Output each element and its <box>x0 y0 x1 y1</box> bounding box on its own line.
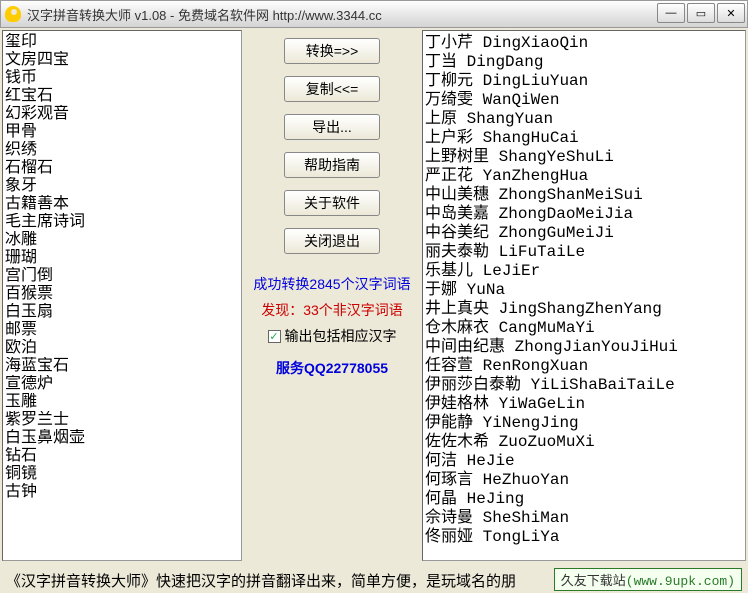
list-item[interactable]: 何晶 HeJing <box>425 489 743 508</box>
list-item[interactable]: 佟丽娅 TongLiYa <box>425 527 743 546</box>
list-item[interactable]: 织绣 <box>5 141 239 159</box>
list-item[interactable]: 玉雕 <box>5 393 239 411</box>
list-item[interactable]: 钻石 <box>5 447 239 465</box>
list-item[interactable]: 丁当 DingDang <box>425 52 743 71</box>
list-item[interactable]: 伊能静 YiNengJing <box>425 413 743 432</box>
list-item[interactable]: 丽夫泰勒 LiFuTaiLe <box>425 242 743 261</box>
list-item[interactable]: 严正花 YanZhengHua <box>425 166 743 185</box>
list-item[interactable]: 铜镜 <box>5 465 239 483</box>
list-item[interactable]: 万绮雯 WanQiWen <box>425 90 743 109</box>
list-item[interactable]: 冰雕 <box>5 231 239 249</box>
list-item[interactable]: 上户彩 ShangHuCai <box>425 128 743 147</box>
list-item[interactable]: 红宝石 <box>5 87 239 105</box>
list-item[interactable]: 佘诗曼 SheShiMan <box>425 508 743 527</box>
list-item[interactable]: 石榴石 <box>5 159 239 177</box>
list-item[interactable]: 中谷美纪 ZhongGuMeiJi <box>425 223 743 242</box>
copy-button[interactable]: 复制<<= <box>284 76 380 102</box>
list-item[interactable]: 何洁 HeJie <box>425 451 743 470</box>
list-item[interactable]: 甲骨 <box>5 123 239 141</box>
maximize-button[interactable]: ▭ <box>687 3 715 23</box>
output-checkbox-label: 输出包括相应汉字 <box>285 326 397 346</box>
output-checkbox-row[interactable]: ✓ 输出包括相应汉字 <box>253 326 410 346</box>
title-bar: 汉字拼音转换大师 v1.08 - 免费域名软件网 http://www.3344… <box>0 0 748 28</box>
about-button[interactable]: 关于软件 <box>284 190 380 216</box>
minimize-button[interactable]: — <box>657 3 685 23</box>
list-item[interactable]: 海蓝宝石 <box>5 357 239 375</box>
list-item[interactable]: 白玉扇 <box>5 303 239 321</box>
list-item[interactable]: 毛主席诗词 <box>5 213 239 231</box>
output-list-panel[interactable]: 丁小芹 DingXiaoQin丁当 DingDang丁柳元 DingLiuYua… <box>422 30 746 561</box>
list-item[interactable]: 丁柳元 DingLiuYuan <box>425 71 743 90</box>
list-item[interactable]: 玺印 <box>5 33 239 51</box>
list-item[interactable]: 何琢言 HeZhuoYan <box>425 470 743 489</box>
site-badge: 久友下载站(www.9upk.com) <box>554 568 742 591</box>
app-icon <box>5 6 21 22</box>
list-item[interactable]: 中岛美嘉 ZhongDaoMeiJia <box>425 204 743 223</box>
input-list-panel[interactable]: 玺印文房四宝钱币红宝石幻彩观音甲骨织绣石榴石象牙古籍善本毛主席诗词冰雕珊瑚宫门倒… <box>2 30 242 561</box>
list-item[interactable]: 古籍善本 <box>5 195 239 213</box>
list-item[interactable]: 象牙 <box>5 177 239 195</box>
list-item[interactable]: 宫门倒 <box>5 267 239 285</box>
main-area: 玺印文房四宝钱币红宝石幻彩观音甲骨织绣石榴石象牙古籍善本毛主席诗词冰雕珊瑚宫门倒… <box>0 28 748 563</box>
list-item[interactable]: 中山美穗 ZhongShanMeiSui <box>425 185 743 204</box>
list-item[interactable]: 古钟 <box>5 483 239 501</box>
list-item[interactable]: 乐基儿 LeJiEr <box>425 261 743 280</box>
list-item[interactable]: 珊瑚 <box>5 249 239 267</box>
center-toolbar: 转换=>> 复制<<= 导出... 帮助指南 关于软件 关闭退出 成功转换284… <box>244 30 420 561</box>
convert-button[interactable]: 转换=>> <box>284 38 380 64</box>
badge-en: (www.9upk.com) <box>626 574 735 589</box>
close-button[interactable]: 关闭退出 <box>284 228 380 254</box>
window-title: 汉字拼音转换大师 v1.08 - 免费域名软件网 http://www.3344… <box>27 5 743 24</box>
badge-cn: 久友下载站 <box>561 574 626 589</box>
list-item[interactable]: 丁小芹 DingXiaoQin <box>425 33 743 52</box>
list-item[interactable]: 白玉鼻烟壶 <box>5 429 239 447</box>
list-item[interactable]: 于娜 YuNa <box>425 280 743 299</box>
status-success: 成功转换2845个汉字词语 <box>253 274 410 294</box>
list-item[interactable]: 幻彩观音 <box>5 105 239 123</box>
export-button[interactable]: 导出... <box>284 114 380 140</box>
list-item[interactable]: 中间由纪惠 ZhongJianYouJiHui <box>425 337 743 356</box>
status-block: 成功转换2845个汉字词语 发现：33个非汉字词语 ✓ 输出包括相应汉字 服务Q… <box>253 274 410 378</box>
list-item[interactable]: 文房四宝 <box>5 51 239 69</box>
list-item[interactable]: 紫罗兰士 <box>5 411 239 429</box>
list-item[interactable]: 伊丽莎白泰勒 YiLiShaBaiTaiLe <box>425 375 743 394</box>
list-item[interactable]: 上原 ShangYuan <box>425 109 743 128</box>
list-item[interactable]: 上野树里 ShangYeShuLi <box>425 147 743 166</box>
list-item[interactable]: 邮票 <box>5 321 239 339</box>
list-item[interactable]: 佐佐木希 ZuoZuoMuXi <box>425 432 743 451</box>
list-item[interactable]: 仓木麻衣 CangMuMaYi <box>425 318 743 337</box>
list-item[interactable]: 任容萱 RenRongXuan <box>425 356 743 375</box>
list-item[interactable]: 宣德炉 <box>5 375 239 393</box>
list-item[interactable]: 井上真央 JingShangZhenYang <box>425 299 743 318</box>
list-item[interactable]: 欧泊 <box>5 339 239 357</box>
output-checkbox[interactable]: ✓ <box>268 330 281 343</box>
status-warn: 发现：33个非汉字词语 <box>253 300 410 320</box>
window-controls: — ▭ ✕ <box>657 3 745 23</box>
list-item[interactable]: 伊娃格林 YiWaGeLin <box>425 394 743 413</box>
help-button[interactable]: 帮助指南 <box>284 152 380 178</box>
service-qq: 服务QQ22778055 <box>253 358 410 378</box>
list-item[interactable]: 钱币 <box>5 69 239 87</box>
list-item[interactable]: 百猴票 <box>5 285 239 303</box>
close-window-button[interactable]: ✕ <box>717 3 745 23</box>
